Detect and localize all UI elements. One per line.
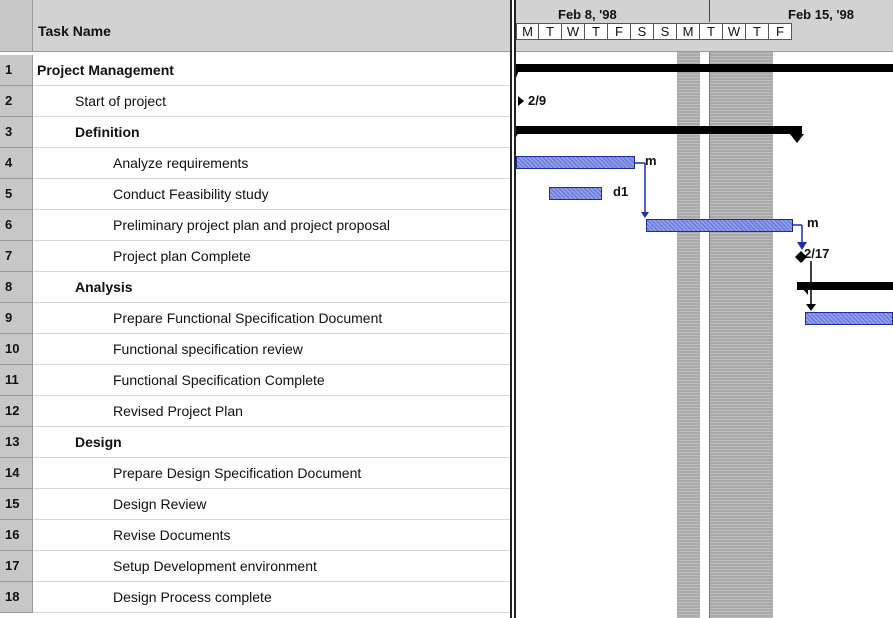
day-cell: W <box>562 23 585 40</box>
row-number[interactable]: 6 <box>0 210 33 241</box>
table-row[interactable]: 16 Revise Documents <box>0 520 510 551</box>
task-name-cell[interactable]: Design <box>33 427 510 458</box>
task-name-cell[interactable]: Functional Specification Complete <box>33 365 510 396</box>
table-row[interactable]: 11 Functional Specification Complete <box>0 365 510 396</box>
week-label-2: Feb 15, '98 <box>788 7 854 22</box>
row-number[interactable]: 4 <box>0 148 33 179</box>
row-number[interactable]: 3 <box>0 117 33 148</box>
task-name-cell[interactable]: Design Review <box>33 489 510 520</box>
task-name-cell[interactable]: Conduct Feasibility study <box>33 179 510 210</box>
table-row[interactable]: 10 Functional specification review <box>0 334 510 365</box>
dependency-link <box>635 162 646 212</box>
day-cell: F <box>608 23 631 40</box>
table-row[interactable]: 12 Revised Project Plan <box>0 396 510 427</box>
task-name-cell[interactable]: Prepare Design Specification Document <box>33 458 510 489</box>
gantt-chart-area[interactable]: 2/9 m d1 m 2/17 <box>516 52 893 618</box>
table-row[interactable]: 3 Definition <box>0 117 510 148</box>
day-cell: F <box>769 23 792 40</box>
task-name-cell[interactable]: Definition <box>33 117 510 148</box>
row-number[interactable]: 2 <box>0 86 33 117</box>
day-cell: T <box>585 23 608 40</box>
task-name-cell[interactable]: Functional specification review <box>33 334 510 365</box>
summary-end-marker <box>516 64 521 78</box>
row-number[interactable]: 10 <box>0 334 33 365</box>
table-row[interactable]: 17 Setup Development environment <box>0 551 510 582</box>
row-number[interactable]: 9 <box>0 303 33 334</box>
task-name-cell[interactable]: Start of project <box>33 86 510 117</box>
link-arrow-icon <box>797 242 807 250</box>
table-row[interactable]: 7 Project plan Complete <box>0 241 510 272</box>
summary-end-marker <box>516 126 522 137</box>
select-all-corner[interactable] <box>0 0 33 52</box>
row-number[interactable]: 15 <box>0 489 33 520</box>
task-name-cell[interactable]: Project Management <box>33 55 510 86</box>
day-cell: W <box>723 23 746 40</box>
gantt-chart-view: Task Name Feb 8, '98 Feb 15, '98 M T W T… <box>0 0 893 618</box>
day-cell: M <box>677 23 700 40</box>
link-arrow-icon <box>641 212 649 218</box>
table-row[interactable]: 1 Project Management <box>0 55 510 86</box>
task-name-cell[interactable]: Setup Development environment <box>33 551 510 582</box>
row-number[interactable]: 1 <box>0 55 33 86</box>
table-row[interactable]: 9 Prepare Functional Specification Docum… <box>0 303 510 334</box>
table-row[interactable]: 4 Analyze requirements <box>0 148 510 179</box>
day-cell: T <box>746 23 769 40</box>
dependency-link <box>793 224 803 243</box>
day-cell: M <box>516 23 539 40</box>
timescale-header[interactable]: Feb 8, '98 Feb 15, '98 M T W T F S S M T… <box>516 0 893 52</box>
table-row[interactable]: 15 Design Review <box>0 489 510 520</box>
task-name-cell[interactable]: Preliminary project plan and project pro… <box>33 210 510 241</box>
table-row[interactable]: 8 Analysis <box>0 272 510 303</box>
row-number[interactable]: 5 <box>0 179 33 210</box>
row-number[interactable]: 13 <box>0 427 33 458</box>
task-name-cell[interactable]: Analyze requirements <box>33 148 510 179</box>
day-cell: T <box>539 23 562 40</box>
table-row[interactable]: 2 Start of project <box>0 86 510 117</box>
milestone-diamond-icon <box>795 251 807 263</box>
task-name-cell[interactable]: Prepare Functional Specification Documen… <box>33 303 510 334</box>
row-number[interactable]: 14 <box>0 458 33 489</box>
task-name-header-label: Task Name <box>38 23 111 39</box>
table-row[interactable]: 14 Prepare Design Specification Document <box>0 458 510 489</box>
row-number[interactable]: 17 <box>0 551 33 582</box>
table-row[interactable]: 13 Design <box>0 427 510 458</box>
milestone-diamond-icon <box>518 96 524 106</box>
summary-end-marker <box>797 282 808 295</box>
day-cell: S <box>631 23 654 40</box>
row-number[interactable]: 12 <box>0 396 33 427</box>
task-name-cell[interactable]: Design Process complete <box>33 582 510 613</box>
table-row[interactable]: 6 Preliminary project plan and project p… <box>0 210 510 241</box>
row-number[interactable]: 8 <box>0 272 33 303</box>
link-arrow-icon <box>806 304 816 311</box>
task-name-column-header[interactable]: Task Name <box>33 0 510 52</box>
row-number[interactable]: 11 <box>0 365 33 396</box>
row-number[interactable]: 18 <box>0 582 33 613</box>
week-label-1: Feb 8, '98 <box>558 7 617 22</box>
summary-end-marker <box>790 134 804 143</box>
row-number[interactable]: 16 <box>0 520 33 551</box>
task-name-cell[interactable]: Analysis <box>33 272 510 303</box>
task-name-cell[interactable]: Revise Documents <box>33 520 510 551</box>
task-name-cell[interactable]: Revised Project Plan <box>33 396 510 427</box>
timescale-days: M T W T F S S M T W T F <box>516 23 893 40</box>
task-name-cell[interactable]: Project plan Complete <box>33 241 510 272</box>
day-cell: S <box>654 23 677 40</box>
row-number[interactable]: 7 <box>0 241 33 272</box>
table-row[interactable]: 18 Design Process complete <box>0 582 510 613</box>
table-row[interactable]: 5 Conduct Feasibility study <box>0 179 510 210</box>
week-separator <box>709 0 710 22</box>
gantt-link-layer <box>516 64 816 311</box>
day-cell: T <box>700 23 723 40</box>
